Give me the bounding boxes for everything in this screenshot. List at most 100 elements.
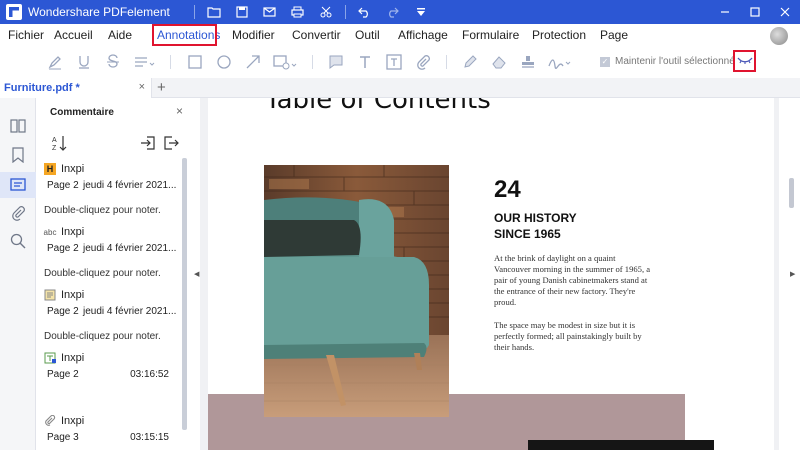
pencil-icon[interactable] [461,53,479,71]
window-controls [710,0,800,24]
menu-item-protection[interactable]: Protection [532,28,586,42]
textbox-icon[interactable] [385,53,403,71]
save-icon[interactable] [229,0,255,24]
collapse-panel-left-icon[interactable]: ◀ [194,270,199,278]
quick-access-toolbar [190,0,434,24]
shape-dropdown-icon[interactable] [273,53,299,71]
signature-icon[interactable] [548,53,572,71]
annotations-highlight-box [152,24,217,46]
thumbnails-icon[interactable] [8,116,28,136]
hide-annotations-icon[interactable] [736,54,753,68]
page-number-heading: 24 [494,176,521,203]
strikethrough-icon[interactable] [104,53,122,71]
sticky-note-icon[interactable] [327,53,345,71]
app-title: Wondershare PDFelement [28,5,170,19]
arrow-icon[interactable] [244,53,262,71]
history-paragraph-1: At the brink of daylight on a quaint Van… [494,253,651,307]
divider [312,55,313,69]
undo-icon[interactable] [352,0,378,24]
pdf-page: Table of Contents 24 OUR HISTORY SINCE 1… [208,98,774,450]
export-comments-icon[interactable] [162,134,180,152]
history-title: OUR HISTORY SINCE 1965 [494,211,577,241]
comment-panel: Commentaire × AZ H Inxpi Page 2 jeudi 4 … [36,98,191,450]
tab-close-icon[interactable]: × [139,81,145,93]
comment-date: jeudi 4 février 2021... [83,243,177,254]
comment-list-scrollbar[interactable] [182,158,187,430]
mail-icon[interactable] [257,0,283,24]
ellipse-icon[interactable] [215,53,233,71]
svg-text:Z: Z [52,145,57,152]
scissors-icon[interactable] [313,0,339,24]
menu-item-accueil[interactable]: Accueil [54,28,93,42]
new-tab-icon[interactable]: + [157,79,166,96]
highlight-icon[interactable] [46,53,64,71]
comment-note[interactable]: Double-cliquez pour noter. [44,331,161,342]
divider [446,55,447,69]
svg-text:A: A [52,137,57,144]
keep-tool-label: Maintenir l'outil sélectionné [615,56,735,67]
collapse-panel-right-icon[interactable]: ▶ [790,270,795,278]
maximize-icon[interactable] [740,0,770,24]
menu-item-fichier[interactable]: Fichier [8,28,44,42]
tab-furniture-pdf[interactable]: Furniture.pdf * × [0,78,152,98]
divider [170,55,171,69]
menu-item-modifier[interactable]: Modifier [232,28,275,42]
eraser-icon[interactable] [490,53,508,71]
comment-time: 03:15:15 [130,432,169,443]
bookmark-icon[interactable] [8,145,28,165]
search-icon[interactable] [8,231,28,251]
customize-dropdown-icon[interactable] [408,0,434,24]
attachments-icon[interactable] [8,203,28,223]
menu-item-page[interactable]: Page [600,28,628,42]
comment-page: Page 2 [47,180,79,191]
document-tab-bar: Furniture.pdf * × + [0,78,800,98]
comment-page: Page 2 [47,369,79,380]
sort-icon[interactable]: AZ [50,134,68,152]
menu-item-outil[interactable]: Outil [355,28,380,42]
divider [344,5,346,19]
panel-title: Commentaire [50,107,114,118]
panel-close-icon[interactable]: × [176,104,183,118]
comment-item[interactable]: Inxpi Page 3 03:15:15 [36,415,183,450]
text-lines-icon[interactable] [133,53,157,71]
print-icon[interactable] [285,0,311,24]
menu-item-formulaire[interactable]: Formulaire [462,28,519,42]
comment-item[interactable]: H Inxpi Page 2 jeudi 4 février 2021... D… [36,163,183,223]
avatar[interactable] [770,27,788,45]
minimize-icon[interactable] [710,0,740,24]
close-icon[interactable] [770,0,800,24]
history-paragraph-2: The space may be modest in size but it i… [494,320,642,352]
hide-annotations-highlight-box [733,50,756,72]
redo-icon[interactable] [380,0,406,24]
menu-item-aide[interactable]: Aide [108,28,132,42]
import-comments-icon[interactable] [139,134,157,152]
app-logo-icon [6,4,22,20]
comments-icon[interactable] [0,172,36,198]
menu-item-convertir[interactable]: Convertir [292,28,341,42]
attachment-icon[interactable] [414,53,432,71]
keep-tool-selected-option[interactable]: ✓ Maintenir l'outil sélectionné [600,56,735,67]
stamp-icon[interactable] [519,53,537,71]
underline-icon[interactable] [75,53,93,71]
textbox-comment-icon [44,352,56,364]
divider [193,5,195,19]
rectangle-icon[interactable] [186,53,204,71]
document-scrollbar-thumb[interactable] [789,178,794,208]
folder-icon[interactable] [201,0,227,24]
menu-item-affichage[interactable]: Affichage [398,28,448,42]
comment-time: 03:16:52 [130,369,169,380]
strikeout-comment-icon: abc [43,227,57,237]
comment-note[interactable]: Double-cliquez pour noter. [44,205,161,216]
keep-tool-checkbox[interactable]: ✓ [600,56,610,67]
comment-author: Inxpi [61,163,85,175]
sofa-photo [264,165,449,417]
note-comment-icon [44,289,56,301]
menu-bar: Fichier Accueil Aide Annotations Modifie… [0,24,800,48]
comment-item[interactable]: Inxpi Page 2 03:16:52 [36,352,183,392]
left-icon-rail [0,98,36,450]
comment-item[interactable]: abc Inxpi Page 2 jeudi 4 février 2021...… [36,226,183,286]
comment-item[interactable]: Inxpi Page 2 jeudi 4 février 2021... Dou… [36,289,183,349]
comment-date: jeudi 4 février 2021... [83,306,177,317]
typewriter-icon[interactable] [356,53,374,71]
comment-note[interactable]: Double-cliquez pour noter. [44,268,161,279]
